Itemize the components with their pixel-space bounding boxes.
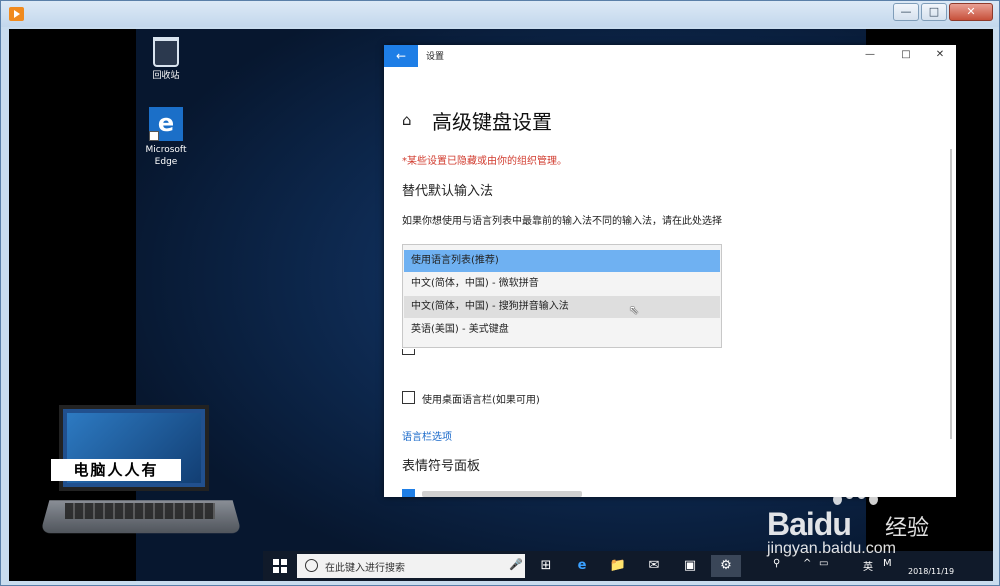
player-maximize-button[interactable]: □	[921, 3, 947, 21]
taskbar-edge-icon[interactable]: e	[567, 555, 597, 577]
hidden-checkbox-edge[interactable]	[402, 349, 415, 355]
settings-minimize-button[interactable]: —	[860, 49, 880, 61]
media-player-window: — □ ✕ 回收站 e Microsoft Edge ← 设置 — □ ✕ ⌂ …	[0, 0, 1000, 586]
laptop-watermark: 电脑人人有	[40, 401, 242, 543]
laptop-watermark-caption: 电脑人人有	[51, 459, 181, 481]
home-icon[interactable]: ⌂	[402, 111, 412, 129]
edge-icon: e	[149, 107, 183, 141]
override-description: 如果你想使用与语言列表中最靠前的输入法不同的输入法，请在此处选择	[402, 216, 722, 227]
store-icon[interactable]: ▣	[675, 555, 705, 577]
player-close-button[interactable]: ✕	[949, 3, 993, 21]
player-minimize-button[interactable]: —	[893, 3, 919, 21]
settings-scrollbar[interactable]	[950, 149, 952, 439]
settings-window: ← 设置 — □ ✕ ⌂ 高级键盘设置 *某些设置已隐藏或由你的组织管理。 替代…	[384, 45, 956, 497]
dropdown-option-selected[interactable]: 使用语言列表(推荐)	[404, 250, 720, 272]
desktop-icon-edge[interactable]: e Microsoft Edge	[136, 107, 196, 168]
windows-logo-pane	[273, 567, 279, 573]
dropdown-option[interactable]: 中文(简体，中国) - 微软拼音	[404, 273, 720, 295]
paw-toe	[845, 488, 854, 499]
desktop-icon-label: Microsoft Edge	[145, 145, 187, 167]
shortcut-arrow-icon	[149, 131, 159, 141]
desktop-langbar-checkbox[interactable]	[402, 391, 415, 404]
windows-logo-pane	[281, 559, 287, 565]
task-view-icon[interactable]: ⊞	[531, 555, 561, 577]
settings-window-title: 设置	[426, 52, 445, 62]
edge-glyph: e	[157, 109, 175, 137]
paw-toe	[857, 488, 866, 499]
ime-mode-indicator[interactable]: M	[883, 558, 892, 569]
player-titlebar[interactable]: — □ ✕	[1, 1, 999, 27]
emoji-panel-option-cut-off	[422, 491, 582, 497]
windows-logo-pane	[273, 559, 279, 565]
desktop-icon-recycle-bin[interactable]: 回收站	[136, 37, 196, 82]
desktop: 回收站 e Microsoft Edge ← 设置 — □ ✕ ⌂ 高级键盘设置…	[136, 29, 993, 581]
start-button[interactable]	[273, 559, 287, 573]
paw-toe	[869, 494, 878, 505]
policy-note: *某些设置已隐藏或由你的组织管理。	[402, 156, 567, 167]
ime-language-indicator[interactable]: 英	[863, 558, 873, 573]
settings-close-button[interactable]: ✕	[930, 49, 950, 61]
section-heading-override-input: 替代默认输入法	[402, 184, 494, 199]
back-button[interactable]: ←	[384, 45, 418, 67]
people-icon[interactable]: ⚲	[773, 558, 780, 569]
emoji-panel-checkbox[interactable]	[402, 489, 415, 497]
file-explorer-icon[interactable]: 📁	[603, 555, 633, 577]
laptop-keyboard-graphic	[65, 503, 215, 519]
search-placeholder: 在此键入进行搜索	[325, 563, 405, 574]
settings-maximize-button[interactable]: □	[896, 49, 916, 61]
microphone-icon[interactable]: 🎤	[509, 558, 523, 571]
settings-app-icon[interactable]: ⚙	[711, 555, 741, 577]
recycle-bin-icon	[153, 37, 179, 67]
baidu-url-text: jingyan.baidu.com	[767, 540, 896, 557]
windows-logo-pane	[281, 567, 287, 573]
dropdown-option[interactable]: 英语(美国) - 美式键盘	[404, 319, 720, 341]
baidu-jingyan-text: 经验	[885, 516, 930, 541]
taskbar-date[interactable]: 2018/11/19	[908, 567, 954, 576]
media-player-icon	[9, 7, 24, 21]
section-heading-emoji-panel: 表情符号面板	[402, 459, 481, 474]
back-arrow-icon: ←	[395, 49, 407, 63]
baidu-logo-text: Baidu	[767, 506, 852, 542]
dropdown-option-hovered[interactable]: 中文(简体，中国) - 搜狗拼音输入法	[404, 296, 720, 318]
battery-icon[interactable]: ▭	[819, 558, 828, 569]
cortana-circle-icon	[305, 559, 318, 572]
desktop-icon-label: 回收站	[152, 71, 180, 81]
tray-chevron-icon[interactable]: ^	[803, 558, 811, 569]
checkbox-label: 使用桌面语言栏(如果可用)	[422, 395, 540, 406]
input-method-dropdown-list[interactable]: 使用语言列表(推荐) 中文(简体，中国) - 微软拼音 中文(简体，中国) - …	[402, 244, 722, 348]
taskbar-search-box[interactable]: 在此键入进行搜索 🎤	[297, 554, 525, 578]
langbar-options-link[interactable]: 语言栏选项	[402, 428, 452, 443]
baidu-jingyan-watermark: Baidu 经验 jingyan.baidu.com	[767, 488, 967, 558]
mail-icon[interactable]: ✉	[639, 555, 669, 577]
paw-toe	[833, 494, 842, 505]
settings-titlebar[interactable]: ← 设置 — □ ✕	[384, 45, 956, 67]
page-title: 高级键盘设置	[432, 110, 552, 134]
mouse-cursor-icon: ⇖	[629, 303, 640, 317]
